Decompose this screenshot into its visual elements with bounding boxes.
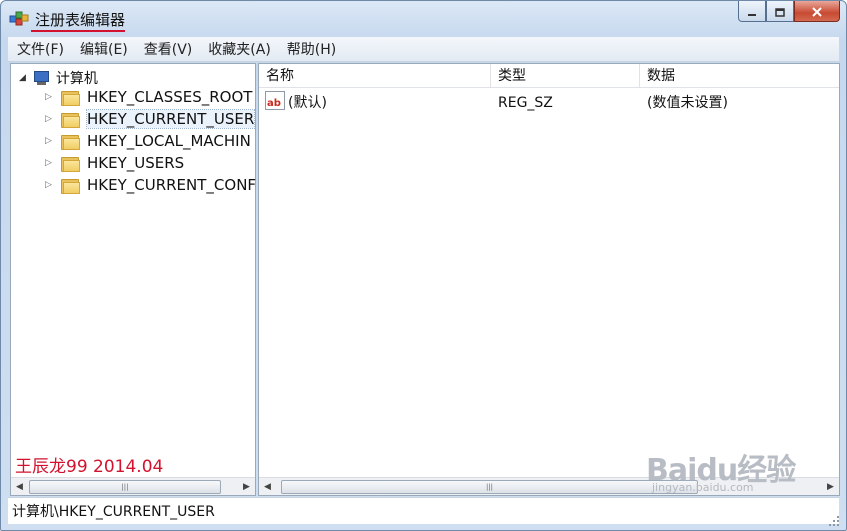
- tree-item-hkey-local-machine[interactable]: ▷ HKEY_LOCAL_MACHIN: [45, 132, 251, 150]
- tree-item-label: HKEY_CURRENT_CONF: [87, 176, 257, 194]
- status-path: 计算机\HKEY_CURRENT_USER: [12, 504, 215, 520]
- registry-editor-window: 注册表编辑器 文件(F) 编辑(E) 查看(V) 收藏夹(A) 帮助(H) ◢ …: [0, 0, 847, 531]
- scrollbar-thumb[interactable]: |||: [29, 480, 221, 494]
- tree-root-computer[interactable]: ◢ 计算机: [19, 68, 98, 88]
- expand-arrow-icon[interactable]: ▷: [45, 92, 55, 102]
- scroll-right-icon[interactable]: ▶: [238, 478, 255, 495]
- value-type: REG_SZ: [498, 95, 553, 111]
- author-annotation: 王辰龙99 2014.04: [15, 457, 164, 477]
- value-name: (默认): [288, 95, 327, 111]
- menu-help[interactable]: 帮助(H): [278, 39, 343, 59]
- maximize-icon: [775, 2, 785, 21]
- values-column-header: 名称 类型 数据: [259, 64, 839, 88]
- tree-item-label: HKEY_LOCAL_MACHIN: [87, 132, 251, 150]
- expand-arrow-icon[interactable]: ▷: [45, 136, 55, 146]
- column-type[interactable]: 类型: [491, 64, 640, 87]
- scrollbar-thumb[interactable]: |||: [281, 480, 698, 494]
- menu-view[interactable]: 查看(V): [135, 39, 200, 59]
- tree-pane[interactable]: ◢ 计算机 ▷ HKEY_CLASSES_ROOT ▷ HKEY_CURRENT…: [10, 63, 256, 496]
- folder-icon: [61, 134, 80, 150]
- title-annotation-underline: [31, 30, 125, 32]
- expand-arrow-icon[interactable]: ▷: [45, 180, 55, 190]
- registry-app-icon: [9, 9, 29, 27]
- minimize-button[interactable]: [738, 1, 766, 22]
- column-name[interactable]: 名称: [259, 64, 491, 87]
- menu-favorites[interactable]: 收藏夹(A): [199, 39, 278, 59]
- window-controls: [738, 1, 840, 22]
- baidu-watermark: Baidu经验 jingyan.baidu.com: [646, 445, 796, 494]
- folder-icon: [61, 178, 80, 194]
- folder-icon: [61, 156, 80, 172]
- tree-item-hkey-current-config[interactable]: ▷ HKEY_CURRENT_CONF: [45, 176, 256, 194]
- folder-icon: [61, 90, 80, 106]
- title-bar[interactable]: 注册表编辑器: [1, 1, 846, 35]
- tree-item-hkey-users[interactable]: ▷ HKEY_USERS: [45, 154, 184, 172]
- scroll-left-icon[interactable]: ◀: [259, 478, 276, 495]
- menu-edit[interactable]: 编辑(E): [71, 39, 135, 59]
- menu-bar: 文件(F) 编辑(E) 查看(V) 收藏夹(A) 帮助(H): [8, 37, 839, 62]
- scroll-left-icon[interactable]: ◀: [11, 478, 28, 495]
- scroll-right-icon[interactable]: ▶: [822, 478, 839, 495]
- folder-icon: [61, 112, 80, 128]
- column-data[interactable]: 数据: [640, 64, 837, 87]
- maximize-button[interactable]: [766, 1, 794, 22]
- tree-item-label: HKEY_CURRENT_USER: [85, 109, 256, 129]
- window-title: 注册表编辑器: [35, 11, 126, 29]
- close-icon: [811, 2, 823, 21]
- computer-icon: [32, 70, 50, 86]
- tree-item-label: HKEY_USERS: [87, 154, 185, 172]
- expand-arrow-icon[interactable]: ▷: [45, 158, 55, 168]
- expand-arrow-icon[interactable]: ▷: [45, 114, 55, 124]
- status-bar: 计算机\HKEY_CURRENT_USER: [8, 497, 839, 524]
- close-button[interactable]: [794, 1, 840, 22]
- string-value-icon: ab: [265, 91, 285, 110]
- resize-grip-icon[interactable]: [828, 512, 840, 526]
- tree-horizontal-scrollbar[interactable]: ◀ ||| ▶: [11, 477, 255, 495]
- tree-item-hkey-current-user[interactable]: ▷ HKEY_CURRENT_USER: [45, 109, 256, 129]
- value-data: (数值未设置): [647, 95, 728, 111]
- table-row[interactable]: ab (默认) REG_SZ (数值未设置): [259, 91, 839, 113]
- tree-item-label: HKEY_CLASSES_ROOT: [87, 88, 253, 106]
- minimize-icon: [747, 2, 757, 21]
- tree-root-label: 计算机: [55, 71, 98, 87]
- tree-item-hkey-classes-root[interactable]: ▷ HKEY_CLASSES_ROOT: [45, 88, 252, 106]
- baidu-url: jingyan.baidu.com: [652, 481, 754, 494]
- value-name-cell: ab (默认): [265, 91, 327, 115]
- menu-file[interactable]: 文件(F): [8, 39, 71, 59]
- values-pane[interactable]: 名称 类型 数据 ab (默认) REG_SZ (数值未设置) ◀ ||| ▶: [258, 63, 840, 496]
- collapse-arrow-icon[interactable]: ◢: [19, 73, 26, 83]
